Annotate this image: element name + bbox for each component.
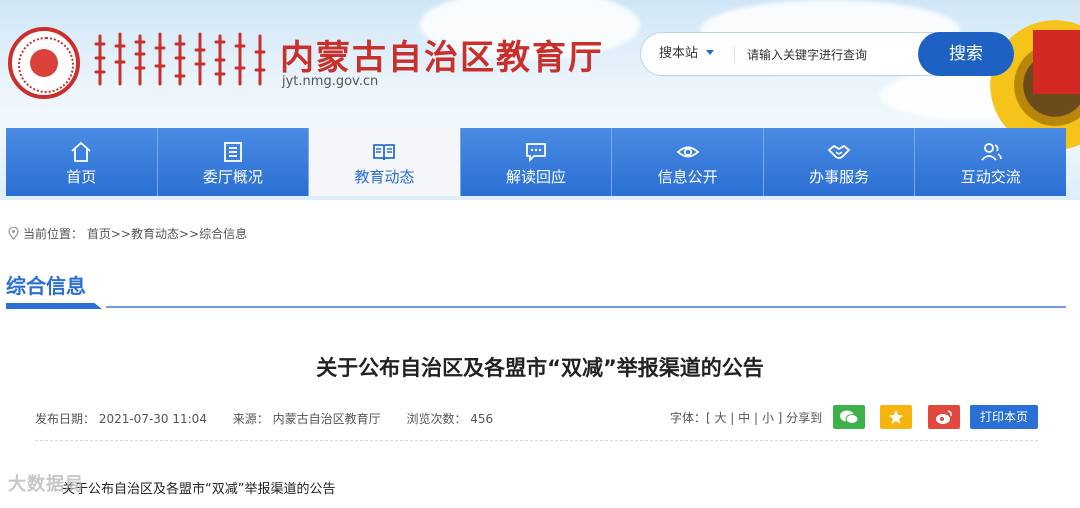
article-meta: 发布日期： 2021-07-30 11:04 来源： 内蒙古自治区教育厅 浏览次…: [35, 410, 515, 427]
weibo-icon: [936, 410, 952, 424]
divider: [734, 45, 735, 63]
document-list-icon: [223, 142, 242, 162]
nav-item-label: 办事服务: [809, 168, 870, 186]
nav-item-overview[interactable]: 委厅概况: [157, 128, 310, 196]
open-book-icon: [373, 144, 396, 161]
meta-divider: [35, 440, 1038, 441]
nav-item-interaction[interactable]: 互动交流: [915, 128, 1067, 196]
search-scope-select[interactable]: 搜本站: [659, 33, 715, 75]
nav-item-services[interactable]: 办事服务: [763, 128, 916, 196]
home-icon: [71, 141, 91, 162]
nav-item-label: 委厅概况: [202, 168, 263, 186]
divider-line: [106, 306, 1066, 308]
breadcrumb-path[interactable]: 首页>>教育动态>>综合信息: [87, 227, 247, 241]
emblem-center: [30, 49, 58, 77]
breadcrumb: 当前位置： 首页>>教育动态>>综合信息: [8, 225, 247, 242]
eye-icon: [676, 146, 699, 158]
site-title[interactable]: 内蒙古自治区教育厅: [280, 30, 604, 79]
nav-item-home[interactable]: 首页: [6, 128, 158, 196]
nav-item-label: 首页: [66, 168, 97, 186]
corner-seal-image: [1033, 30, 1080, 94]
breadcrumb-prefix: 当前位置：: [23, 227, 84, 241]
search-scope-label: 搜本站: [659, 46, 699, 61]
article-body-first-line: 关于公布自治区及各盟市“双减”举报渠道的公告: [62, 482, 336, 497]
watermark-text: 大数据局: [8, 474, 84, 495]
nav-item-label: 解读回应: [506, 168, 567, 186]
mongolian-script-title: [94, 32, 266, 86]
font-size-control[interactable]: 字体：[ 大 | 中 | 小 ] 分享到: [670, 409, 822, 426]
share-qzone-button[interactable]: [880, 405, 912, 429]
site-logo[interactable]: [8, 27, 80, 99]
nav-item-information-disclosure[interactable]: 信息公开: [612, 128, 764, 196]
print-button[interactable]: 打印本页: [970, 405, 1038, 429]
nav-item-label: 互动交流: [960, 168, 1021, 186]
section-title: 综合信息: [6, 274, 86, 298]
share-weibo-button[interactable]: [928, 405, 960, 429]
nav-item-label: 信息公开: [657, 168, 718, 186]
site-domain: jyt.nmg.gov.cn: [282, 74, 379, 89]
nav-item-education-news[interactable]: 教育动态: [309, 128, 461, 196]
share-wechat-button[interactable]: [833, 405, 865, 429]
article-title: 关于公布自治区及各盟市“双减”举报渠道的公告: [316, 356, 764, 380]
users-icon: [981, 143, 1002, 161]
view-count: 浏览次数： 456: [406, 412, 494, 426]
search-bar: 搜本站 搜索: [640, 32, 1014, 76]
section-divider: [6, 303, 1066, 309]
main-navigation: 首页 委厅概况 教育动态 解读回应 信息公开 办事服务 互动交流: [6, 128, 1067, 196]
chat-bubble-icon: [526, 143, 546, 163]
wechat-icon: [840, 410, 859, 424]
chevron-down-icon: [706, 50, 715, 55]
search-button[interactable]: 搜索: [918, 32, 1014, 76]
nav-item-interpretation[interactable]: 解读回应: [460, 128, 613, 196]
nav-item-label: 教育动态: [354, 168, 415, 186]
article-source: 来源： 内蒙古自治区教育厅: [232, 412, 381, 426]
star-icon: [889, 410, 903, 424]
handshake-icon: [827, 144, 851, 159]
publish-date: 发布日期： 2021-07-30 11:04: [35, 412, 207, 426]
location-pin-icon: [8, 227, 19, 240]
divider-accent: [6, 303, 102, 309]
